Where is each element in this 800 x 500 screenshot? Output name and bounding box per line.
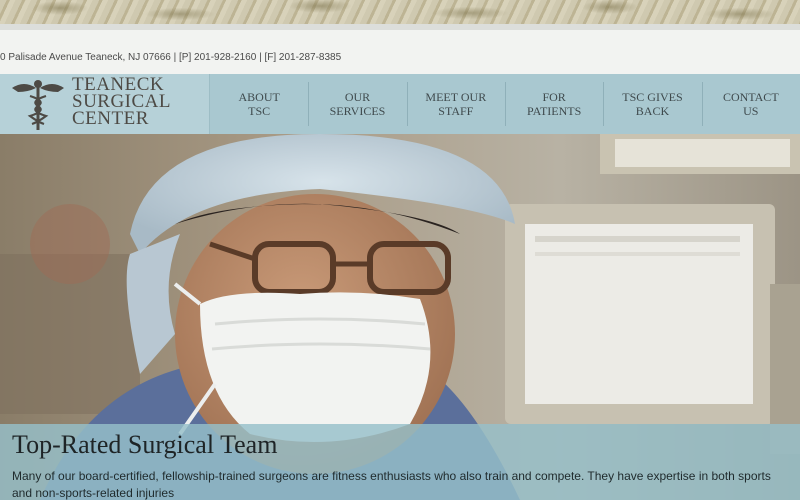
decorative-banner — [0, 0, 800, 24]
main-nav: ABOUT TSC OUR SERVICES MEET OUR STAFF FOR PA… — [210, 74, 800, 134]
nav-label-line2: BACK — [635, 104, 670, 118]
nav-tsc-gives-back[interactable]: TSC GIVES BACK — [603, 74, 701, 134]
nav-label-line2: SERVICES — [329, 104, 386, 118]
logo-line-3: CENTER — [72, 108, 149, 129]
hero-title: Top-Rated Surgical Team — [12, 430, 278, 459]
hero-description: Many of our board-certified, fellowship-… — [12, 469, 771, 500]
nav-for-patients[interactable]: FOR PATIENTS — [504, 74, 603, 134]
nav-meet-our-staff[interactable]: MEET OUR STAFF — [406, 74, 505, 134]
divider — [0, 24, 800, 30]
hero-caption: Top-Rated Surgical Team Many of our boar… — [0, 424, 800, 500]
nav-label-line1: MEET OUR — [425, 90, 487, 104]
caduceus-icon — [12, 80, 64, 130]
nav-label-line2: TSC — [248, 104, 271, 118]
nav-about-tsc[interactable]: ABOUT TSC — [210, 74, 308, 134]
nav-contact-us[interactable]: CONTACT US — [701, 74, 800, 134]
nav-label-line1: FOR — [542, 90, 566, 104]
nav-label-line1: ABOUT — [238, 90, 280, 104]
logo-wordmark: TEANECK SURGICAL CENTER — [72, 75, 206, 129]
contact-info: 0 Palisade Avenue Teaneck, NJ 07666 | [P… — [0, 52, 342, 63]
nav-label-line1: CONTACT — [722, 90, 779, 104]
nav-label-line2: US — [743, 104, 759, 118]
hero-slide: Top-Rated Surgical Team Many of our boar… — [0, 134, 800, 500]
nav-label-line1: TSC GIVES — [622, 90, 683, 104]
nav-label-line2: PATIENTS — [527, 104, 582, 118]
site-header: TEANECK SURGICAL CENTER ABOUT TSC OUR SERV… — [0, 74, 800, 134]
site-logo[interactable]: TEANECK SURGICAL CENTER — [0, 74, 210, 134]
nav-label-line1: OUR — [344, 90, 371, 104]
nav-our-services[interactable]: OUR SERVICES — [308, 74, 406, 134]
nav-label-line2: STAFF — [438, 104, 474, 118]
